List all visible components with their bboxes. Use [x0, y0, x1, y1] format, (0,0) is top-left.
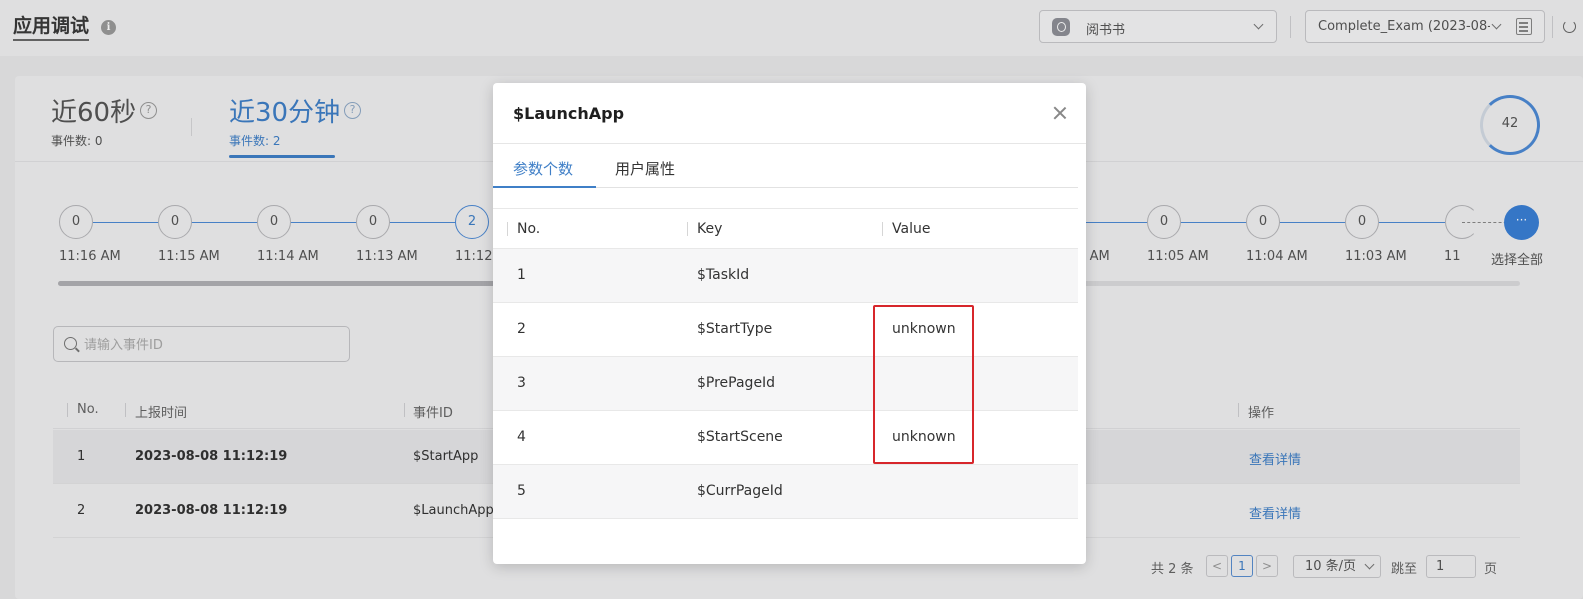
- table-row: 5 $CurrPageId: [493, 465, 1078, 519]
- table-row: 3 $PrePageId: [493, 357, 1078, 411]
- column-divider: [507, 222, 508, 236]
- tab-params[interactable]: 参数个数: [513, 158, 573, 179]
- param-key: $CurrPageId: [697, 483, 783, 499]
- params-table: No. Key Value 1 $TaskId 2 $StartType unk…: [493, 208, 1078, 519]
- table-row: 2 $StartType unknown: [493, 303, 1078, 357]
- event-detail-modal: $LaunchApp 参数个数 用户属性 No. Key Value 1 $Ta…: [493, 83, 1086, 564]
- param-no: 4: [517, 429, 526, 445]
- param-no: 2: [517, 321, 526, 337]
- param-no: 1: [517, 267, 526, 283]
- column-header: Key: [697, 221, 723, 237]
- param-key: $TaskId: [697, 267, 750, 283]
- column-header: Value: [892, 221, 931, 237]
- param-no: 3: [517, 375, 526, 391]
- param-key: $StartScene: [697, 429, 783, 445]
- table-row: 4 $StartScene unknown: [493, 411, 1078, 465]
- modal-title: $LaunchApp: [513, 104, 625, 123]
- params-table-header: No. Key Value: [493, 209, 1078, 249]
- param-key: $PrePageId: [697, 375, 776, 391]
- highlight-annotation-box: [873, 305, 974, 464]
- param-key: $StartType: [697, 321, 773, 337]
- modal-divider: [493, 143, 1086, 144]
- table-row: 1 $TaskId: [493, 249, 1078, 303]
- column-header: No.: [517, 221, 541, 237]
- tab-user-props[interactable]: 用户属性: [615, 158, 675, 179]
- column-divider: [882, 222, 883, 236]
- close-icon[interactable]: [1052, 105, 1068, 121]
- column-divider: [687, 222, 688, 236]
- active-tab-indicator: [493, 186, 596, 188]
- param-no: 5: [517, 483, 526, 499]
